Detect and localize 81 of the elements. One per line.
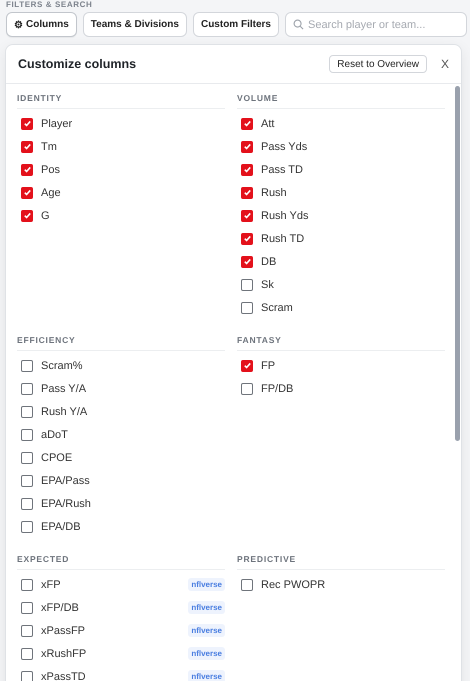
- checkbox[interactable]: [21, 648, 33, 660]
- column-label: FP/DB: [261, 382, 294, 394]
- checkbox[interactable]: [21, 452, 33, 464]
- search-icon: [292, 19, 304, 30]
- checkbox[interactable]: [21, 428, 33, 440]
- checkbox[interactable]: [241, 578, 253, 590]
- toolbar-button[interactable]: Custom Filters: [192, 12, 279, 37]
- checkbox[interactable]: [21, 186, 33, 198]
- checkbox[interactable]: [241, 232, 253, 244]
- checkbox[interactable]: [21, 602, 33, 614]
- column-label: Sk: [261, 278, 275, 290]
- panel-title: Customize columns: [18, 57, 138, 71]
- column-label: Scram: [261, 302, 294, 314]
- source-tag: nflverse: [188, 670, 225, 681]
- scrollbar[interactable]: [455, 86, 460, 441]
- column-label: Att: [261, 118, 276, 130]
- checkbox[interactable]: [21, 360, 33, 372]
- column-label: Tm: [41, 140, 58, 152]
- column-label: EPA/Pass: [41, 474, 91, 486]
- section-heading: VOLUME: [237, 84, 445, 109]
- checkbox[interactable]: [21, 498, 33, 510]
- section-heading: IDENTITY: [17, 84, 225, 109]
- column-label: xPassTD: [41, 670, 87, 681]
- checkbox[interactable]: [21, 382, 33, 394]
- checkbox[interactable]: [21, 210, 33, 222]
- column-label: EPA/DB: [41, 520, 82, 532]
- column-label: Rush Yds: [261, 210, 310, 222]
- checkbox[interactable]: [21, 140, 33, 152]
- source-tag: nflverse: [188, 624, 225, 637]
- reset-button[interactable]: Reset to Overview: [329, 55, 427, 73]
- toolbar-button[interactable]: ⚙ Columns: [6, 12, 77, 37]
- checkbox[interactable]: [21, 624, 33, 636]
- column-label: Pass Yds: [261, 140, 308, 152]
- checkbox[interactable]: [241, 278, 253, 290]
- column-label: FP: [261, 360, 276, 372]
- section-heading: FANTASY: [237, 325, 445, 351]
- column-label: Player: [41, 118, 74, 130]
- column-label: Scram%: [41, 360, 84, 372]
- column-label: Rec PWOPR: [261, 578, 326, 590]
- search-field[interactable]: Search player or team...: [284, 12, 467, 37]
- source-tag: nflverse: [188, 647, 225, 660]
- section-label: FILTERS & SEARCH: [5, 0, 94, 8]
- column-label: Pass Y/A: [41, 382, 88, 394]
- source-tag: nflverse: [188, 601, 225, 614]
- column-label: Pass TD: [261, 164, 304, 176]
- checkbox[interactable]: [241, 382, 253, 394]
- column-label: G: [41, 210, 51, 222]
- column-label: Age: [41, 186, 62, 198]
- checkbox[interactable]: [241, 164, 253, 176]
- checkbox[interactable]: [241, 186, 253, 198]
- checkbox[interactable]: [241, 302, 253, 314]
- checkbox[interactable]: [241, 140, 253, 152]
- column-label: xFP/DB: [41, 602, 80, 614]
- checkbox[interactable]: [241, 256, 253, 268]
- checkbox[interactable]: [21, 520, 33, 532]
- column-label: Rush TD: [261, 232, 306, 244]
- checkbox[interactable]: [241, 118, 253, 130]
- checkbox[interactable]: [21, 406, 33, 418]
- toolbar-button[interactable]: Teams & Divisions: [82, 12, 187, 37]
- checkbox[interactable]: [241, 210, 253, 222]
- column-label: xRushFP: [41, 648, 88, 660]
- column-label: Rush Y/A: [41, 406, 88, 418]
- checkbox[interactable]: [21, 118, 33, 130]
- column-label: aDoT: [41, 428, 69, 440]
- checkbox[interactable]: [21, 578, 33, 590]
- checkbox[interactable]: [21, 474, 33, 486]
- column-label: DB: [261, 256, 278, 268]
- close-button[interactable]: X: [438, 57, 451, 71]
- checkbox[interactable]: [21, 670, 33, 681]
- checkbox[interactable]: [241, 360, 253, 372]
- section-heading: EFFICIENCY: [17, 325, 225, 351]
- checkbox[interactable]: [21, 164, 33, 176]
- source-tag: nflverse: [188, 578, 225, 591]
- column-label: Rush: [261, 186, 288, 198]
- section-heading: PREDICTIVE: [237, 544, 445, 570]
- column-label: xPassFP: [41, 624, 86, 636]
- section-heading: EXPECTED: [17, 544, 225, 570]
- column-label: CPOE: [41, 452, 74, 464]
- column-label: xFP: [41, 578, 62, 590]
- column-label: Pos: [41, 164, 61, 176]
- column-label: EPA/Rush: [41, 498, 92, 510]
